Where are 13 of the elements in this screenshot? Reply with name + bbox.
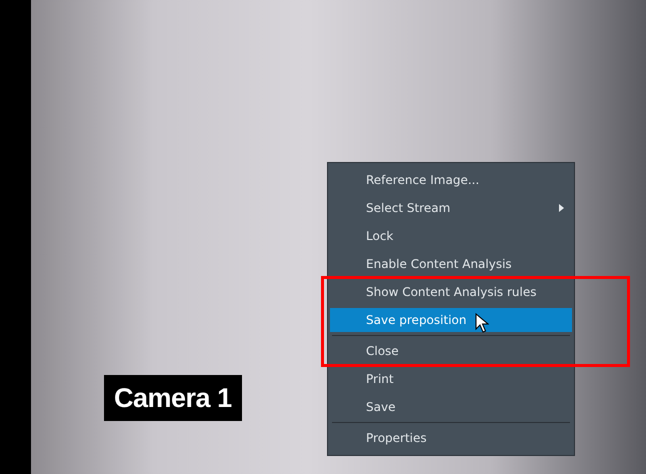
submenu-arrow-icon xyxy=(559,204,564,212)
mouse-pointer-icon xyxy=(475,313,489,333)
menu-item[interactable]: Close xyxy=(330,339,572,363)
menu-item[interactable]: Reference Image... xyxy=(330,168,572,192)
menu-item[interactable]: Enable Content Analysis xyxy=(330,252,572,276)
menu-item[interactable]: Lock xyxy=(330,224,572,248)
menu-item[interactable]: Save xyxy=(330,395,572,419)
menu-item[interactable]: Properties xyxy=(330,426,572,450)
menu-item[interactable]: Select Stream xyxy=(330,196,572,220)
menu-item[interactable]: Print xyxy=(330,367,572,391)
menu-item[interactable]: Show Content Analysis rules xyxy=(330,280,572,304)
menu-item[interactable]: Save preposition xyxy=(330,308,572,332)
camera-label: Camera 1 xyxy=(104,375,242,421)
